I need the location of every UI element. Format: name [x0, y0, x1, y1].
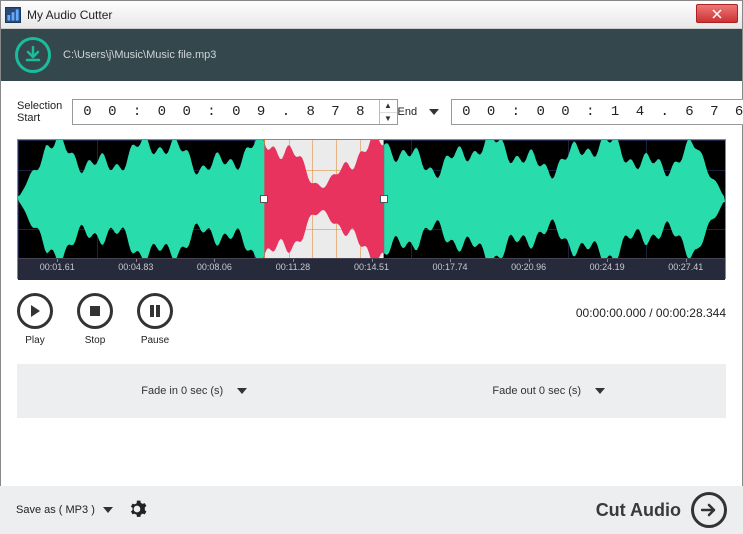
start-step-up[interactable]: ▲ [380, 100, 397, 113]
chevron-down-icon [429, 109, 439, 115]
selection-start-value: 0 0 : 0 0 : 0 9 . 8 7 8 [73, 104, 378, 120]
chevron-down-icon [103, 507, 113, 513]
ruler-tick: 00:08.06 [197, 262, 232, 272]
app-icon [5, 7, 21, 23]
time-display: 00:00:00.000 / 00:00:28.344 [576, 306, 726, 320]
pause-icon [149, 304, 161, 318]
fade-panel: Fade in 0 sec (s) Fade out 0 sec (s) [17, 364, 726, 418]
selection-controls: Selection Start 0 0 : 0 0 : 0 9 . 8 7 8 … [17, 99, 726, 125]
close-button[interactable] [696, 4, 738, 23]
pause-button[interactable]: Pause [137, 293, 173, 346]
waveform-area[interactable] [18, 140, 725, 258]
download-arrow-icon [23, 45, 43, 65]
footer-bar: Save as ( MP3 ) Cut Audio [0, 486, 743, 534]
fade-out-label: Fade out 0 sec (s) [492, 385, 581, 397]
arrow-right-icon [701, 503, 717, 517]
chevron-down-icon [595, 388, 605, 394]
settings-button[interactable] [127, 499, 147, 522]
play-icon [28, 304, 42, 318]
time-ruler: 00:01.61 00:04.83 00:08.06 00:11.28 00:14.51… [18, 258, 725, 280]
ruler-tick: 00:27.41 [668, 262, 703, 272]
gear-icon [127, 499, 147, 519]
selection-handle-start[interactable] [260, 195, 268, 203]
selection-end-value: 0 0 : 0 0 : 1 4 . 6 7 6 [452, 104, 743, 120]
cut-audio-button[interactable]: Cut Audio [596, 492, 727, 528]
selection-end-spinner[interactable]: 0 0 : 0 0 : 1 4 . 6 7 6 ▲ ▼ [451, 99, 743, 125]
chevron-down-icon [237, 388, 247, 394]
ruler-tick: 00:20.96 [511, 262, 546, 272]
file-path: C:\Users\j\Music\Music file.mp3 [63, 49, 216, 61]
save-as-dropdown[interactable]: Save as ( MP3 ) [16, 504, 113, 516]
selection-start-label: Selection Start [17, 100, 62, 124]
ruler-tick: 00:14.51 [354, 262, 389, 272]
waveform-container: 00:01.61 00:04.83 00:08.06 00:11.28 00:14.51… [17, 139, 726, 279]
selection-start-spinner[interactable]: 0 0 : 0 0 : 0 9 . 8 7 8 ▲ ▼ [72, 99, 397, 125]
ruler-tick: 00:01.61 [40, 262, 75, 272]
stop-icon [89, 305, 101, 317]
fade-out-dropdown[interactable] [595, 385, 605, 397]
window-title: My Audio Cutter [27, 8, 112, 22]
fade-in-dropdown[interactable] [237, 385, 247, 397]
ruler-tick: 00:24.19 [590, 262, 625, 272]
ruler-tick: 00:11.28 [276, 262, 310, 272]
header-bar: C:\Users\j\Music\Music file.mp3 [1, 29, 742, 81]
selection-end-label: End [398, 106, 418, 118]
selection-handle-end[interactable] [380, 195, 388, 203]
playback-controls: Play Stop Pause 00:00:00.000 / 00:00:28.… [1, 279, 742, 354]
selection-region[interactable] [264, 140, 384, 258]
fade-in-label: Fade in 0 sec (s) [141, 385, 223, 397]
end-dropdown[interactable] [427, 105, 441, 119]
add-file-button[interactable] [15, 37, 51, 73]
start-step-down[interactable]: ▼ [380, 113, 397, 125]
ruler-tick: 00:04.83 [118, 262, 153, 272]
stop-button[interactable]: Stop [77, 293, 113, 346]
title-bar: My Audio Cutter [1, 1, 742, 29]
ruler-tick: 00:17.74 [433, 262, 468, 272]
play-button[interactable]: Play [17, 293, 53, 346]
